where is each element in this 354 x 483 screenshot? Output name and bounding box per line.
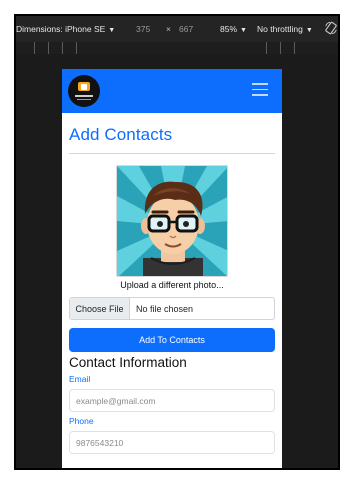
rotate-device-icon[interactable]	[324, 21, 338, 35]
upload-photo-label[interactable]: Upload a different photo...	[69, 280, 275, 290]
throttling-label: No throttling	[257, 24, 303, 34]
media-query-ruler	[16, 42, 338, 54]
hamburger-menu-icon[interactable]	[252, 83, 268, 97]
dimension-separator: ×	[166, 24, 171, 34]
title-divider	[69, 153, 275, 154]
devtools-window: Dimensions: iPhone SE ▼ 375 × 667 85% ▼ No…	[14, 14, 340, 470]
throttling-select[interactable]: No throttling ▼	[257, 24, 313, 34]
viewport-width[interactable]: 375	[136, 24, 150, 34]
chevron-down-icon: ▼	[305, 27, 313, 34]
file-input[interactable]: Choose File No file chosen	[69, 297, 275, 320]
chevron-down-icon: ▼	[240, 27, 247, 34]
device-dimensions-label: Dimensions: iPhone SE	[16, 24, 106, 34]
avatar-illustration	[117, 166, 227, 276]
phone-field[interactable]: 9876543210	[69, 431, 275, 454]
phone-label: Phone	[69, 416, 94, 426]
zoom-select[interactable]: 85% ▼	[220, 24, 247, 34]
section-title: Contact Information	[69, 355, 187, 370]
main-content: Add Contacts Upload a different photo...…	[62, 125, 282, 454]
email-field[interactable]: example@gmail.com	[69, 389, 275, 412]
navbar	[62, 69, 282, 113]
zoom-label: 85%	[220, 24, 238, 34]
logo-icon[interactable]	[68, 75, 100, 107]
page-title: Add Contacts	[69, 125, 173, 144]
device-toolbar: Dimensions: iPhone SE ▼ 375 × 667 85% ▼ No…	[16, 16, 338, 42]
chevron-down-icon: ▼	[108, 27, 116, 34]
device-dimensions-select[interactable]: Dimensions: iPhone SE ▼	[16, 24, 115, 34]
avatar	[116, 165, 228, 277]
file-status-text: No file chosen	[136, 303, 194, 314]
page-viewport: Add Contacts Upload a different photo...…	[62, 69, 282, 468]
email-label: Email	[69, 374, 91, 384]
choose-file-button[interactable]: Choose File	[70, 298, 130, 319]
viewport-height[interactable]: 667	[179, 24, 193, 34]
add-to-contacts-button[interactable]: Add To Contacts	[69, 328, 275, 352]
